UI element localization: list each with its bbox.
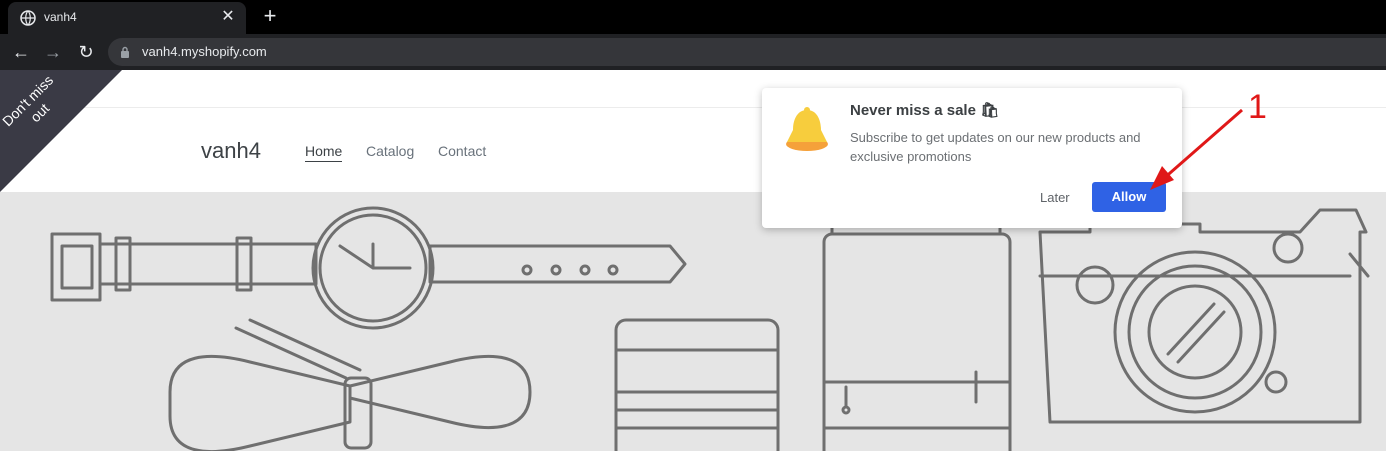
nav-contact[interactable]: Contact <box>438 143 486 159</box>
browser-tab[interactable]: vanh4 ✕ <box>8 2 246 34</box>
hero-illustration <box>50 206 1370 451</box>
tab-title: vanh4 <box>44 10 77 24</box>
push-notification-prompt: Never miss a sale 🛍 Subscribe to get upd… <box>762 88 1182 228</box>
back-button[interactable]: ← <box>9 40 33 64</box>
tab-close-icon[interactable]: ✕ <box>218 7 238 27</box>
hero-banner <box>0 192 1386 451</box>
tab-bar: vanh4 ✕ + <box>0 0 1386 34</box>
address-bar[interactable]: vanh4.myshopify.com <box>108 38 1386 66</box>
new-tab-button[interactable]: + <box>258 4 282 28</box>
popup-title: Never miss a sale 🛍 <box>850 102 1000 119</box>
url-text: vanh4.myshopify.com <box>142 44 267 59</box>
bow-tie <box>168 354 352 451</box>
site-brand[interactable]: vanh4 <box>201 138 261 164</box>
forward-button[interactable]: → <box>41 40 65 64</box>
lens-small <box>614 318 780 451</box>
annotation-arrow <box>1150 108 1243 190</box>
globe-icon <box>20 10 36 26</box>
popup-message: Subscribe to get updates on our new prod… <box>850 130 1141 164</box>
annotation-number: 1 <box>1248 88 1267 126</box>
reload-button[interactable]: ↻ <box>74 40 98 64</box>
lens-large <box>822 232 1012 451</box>
lock-icon <box>121 46 129 58</box>
nav-home[interactable]: Home <box>305 143 343 162</box>
later-button[interactable]: Later <box>1040 190 1070 205</box>
corner-ribbon[interactable]: Don't miss out <box>0 70 122 192</box>
bell-icon <box>786 107 828 151</box>
nav-catalog[interactable]: Catalog <box>366 143 414 159</box>
browser-toolbar: ← → ↻ vanh4.myshopify.com <box>0 34 1386 70</box>
